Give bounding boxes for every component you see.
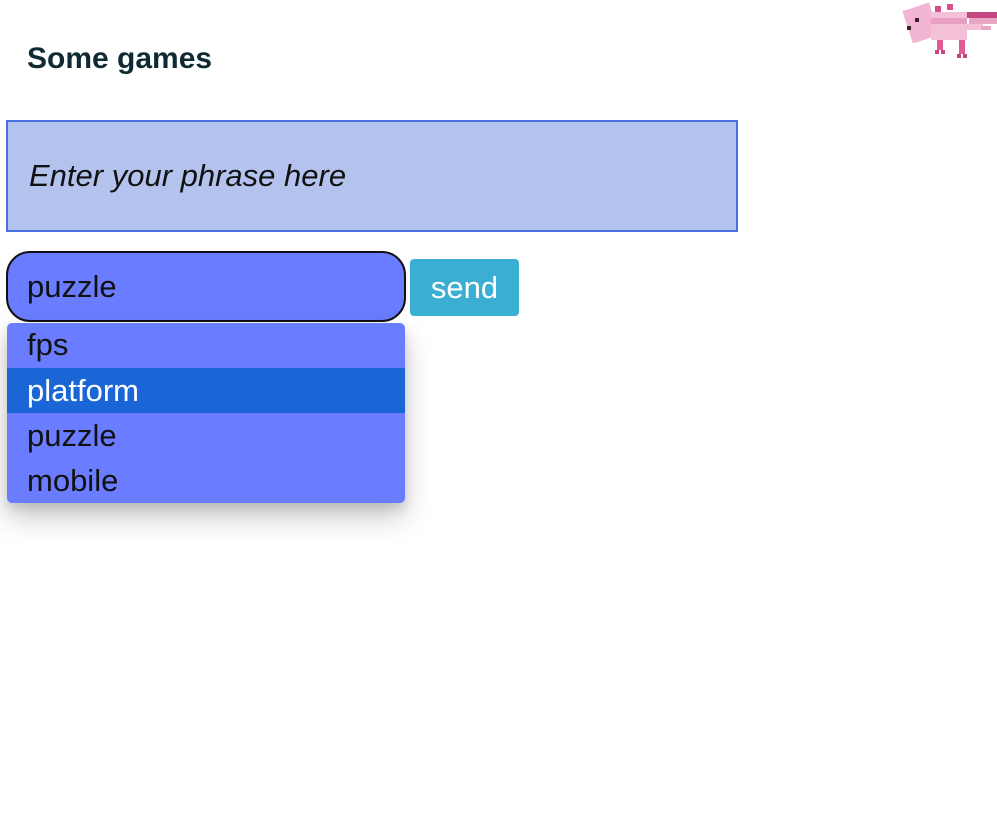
category-select[interactable]: puzzle [6,251,406,322]
page-title: Some games [27,42,213,75]
category-dropdown-list: fps platform puzzle mobile [7,323,405,503]
phrase-input[interactable]: Enter your phrase here [6,120,738,232]
dropdown-option-fps[interactable]: fps [7,323,405,368]
dropdown-option-puzzle[interactable]: puzzle [7,413,405,458]
send-button[interactable]: send [410,259,519,316]
dropdown-option-platform[interactable]: platform [7,368,405,413]
dropdown-option-mobile[interactable]: mobile [7,458,405,503]
pink-axolotl-icon [902,2,997,58]
page: Some games Enter your phrase here puzzle… [0,0,997,817]
